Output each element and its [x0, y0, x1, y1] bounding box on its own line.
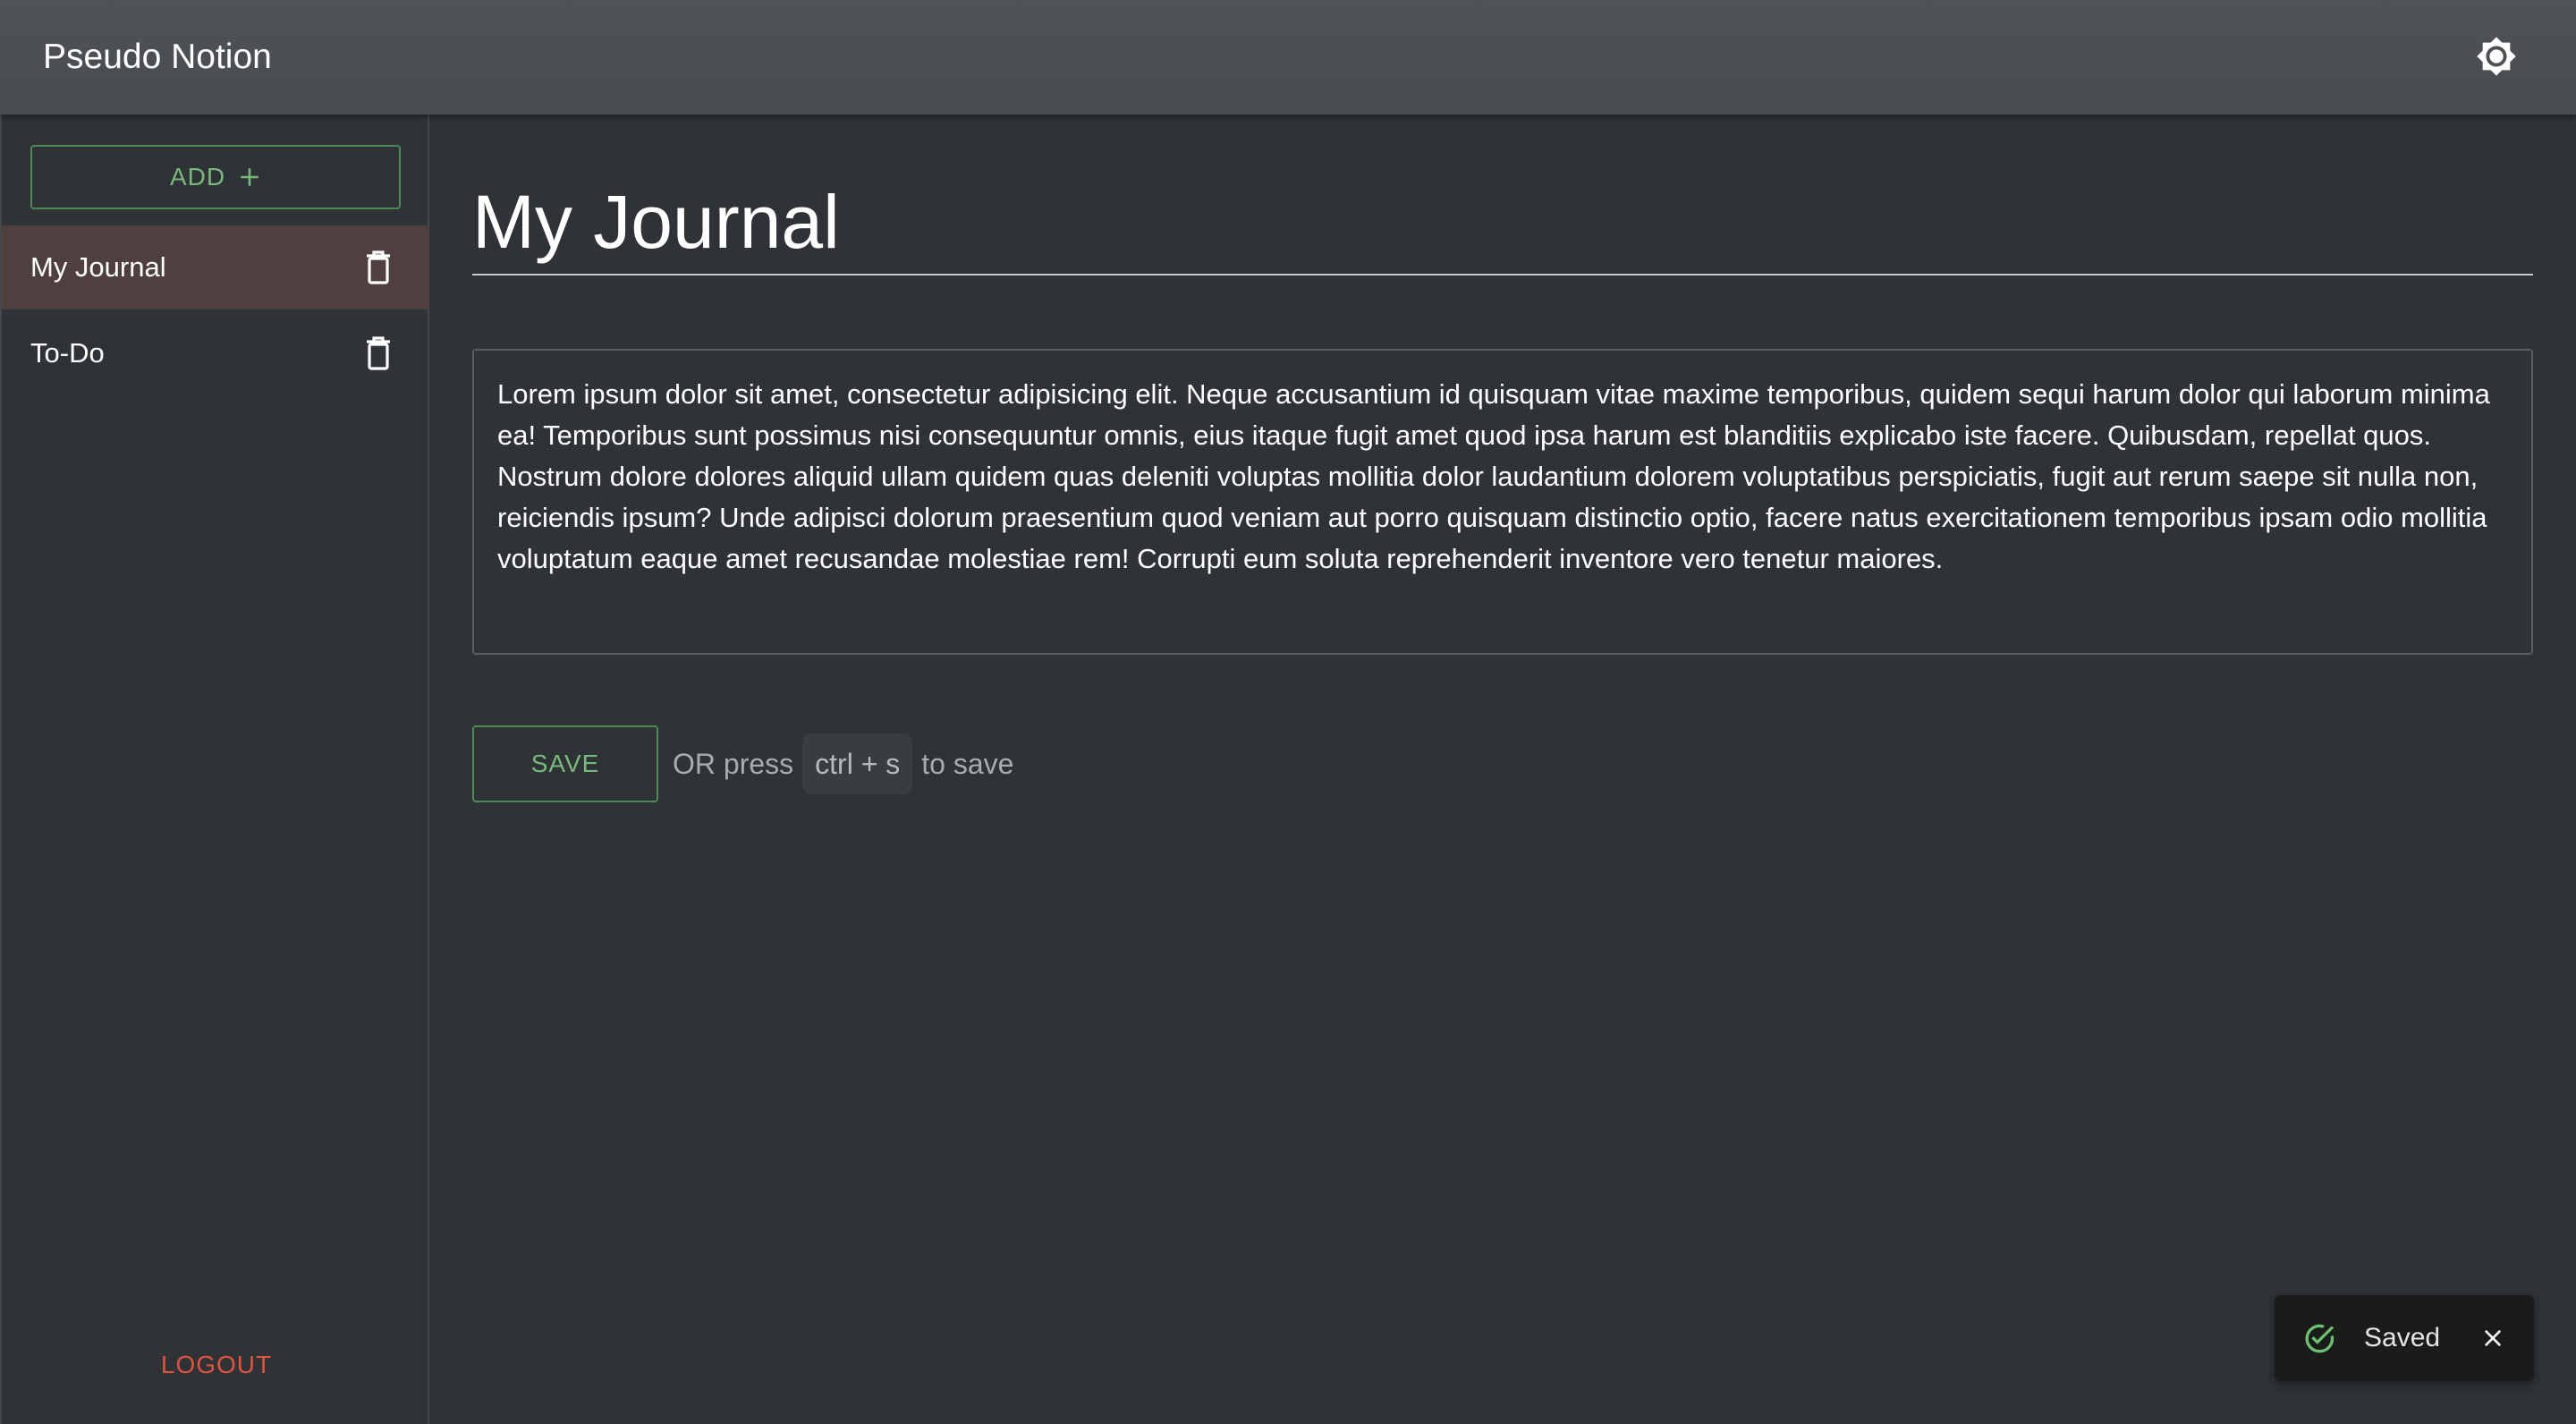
check-circle-icon: [2305, 1324, 2334, 1353]
sidebar-item-label: My Journal: [30, 251, 166, 283]
add-page-button[interactable]: ADD: [30, 145, 401, 209]
page-title[interactable]: My Journal: [472, 175, 840, 268]
plus-icon: [241, 168, 258, 186]
save-row: SAVE OR press ctrl + s to save: [472, 725, 1013, 802]
sidebar-item-to-do[interactable]: To-Do: [2, 311, 429, 395]
main-content: My Journal Lorem ipsum dolor sit amet, c…: [429, 114, 2576, 1424]
save-hint-suffix: to save: [921, 747, 1014, 780]
sidebar-item-label: To-Do: [30, 337, 105, 369]
trash-icon: [367, 336, 390, 370]
close-icon: [2484, 1329, 2502, 1347]
sidebar-item-my-journal[interactable]: My Journal: [2, 225, 429, 309]
title-divider: [472, 274, 2533, 275]
app-root: Pseudo Notion ADD My Journal To-Do LOGOU…: [0, 0, 2576, 1424]
logout-button[interactable]: LOGOUT: [127, 1338, 306, 1392]
snackbar-message: Saved: [2364, 1323, 2441, 1352]
delete-page-button[interactable]: [360, 335, 397, 372]
add-button-label: ADD: [169, 163, 226, 191]
sidebar: ADD My Journal To-Do LOGOUT: [0, 114, 429, 1424]
save-button[interactable]: SAVE: [472, 725, 658, 802]
app-bar: Pseudo Notion: [0, 0, 2576, 114]
shortcut-key: ctrl + s: [802, 733, 913, 794]
brightness-icon: [2477, 37, 2516, 76]
trash-icon: [367, 250, 390, 284]
saved-snackbar: Saved: [2275, 1295, 2534, 1381]
save-hint-prefix: OR press: [673, 747, 794, 780]
close-snackbar-button[interactable]: [2477, 1322, 2509, 1354]
theme-toggle-button[interactable]: [2474, 34, 2519, 79]
page-body-editor[interactable]: Lorem ipsum dolor sit amet, consectetur …: [472, 349, 2533, 655]
delete-page-button[interactable]: [360, 249, 397, 286]
app-title: Pseudo Notion: [43, 38, 272, 76]
